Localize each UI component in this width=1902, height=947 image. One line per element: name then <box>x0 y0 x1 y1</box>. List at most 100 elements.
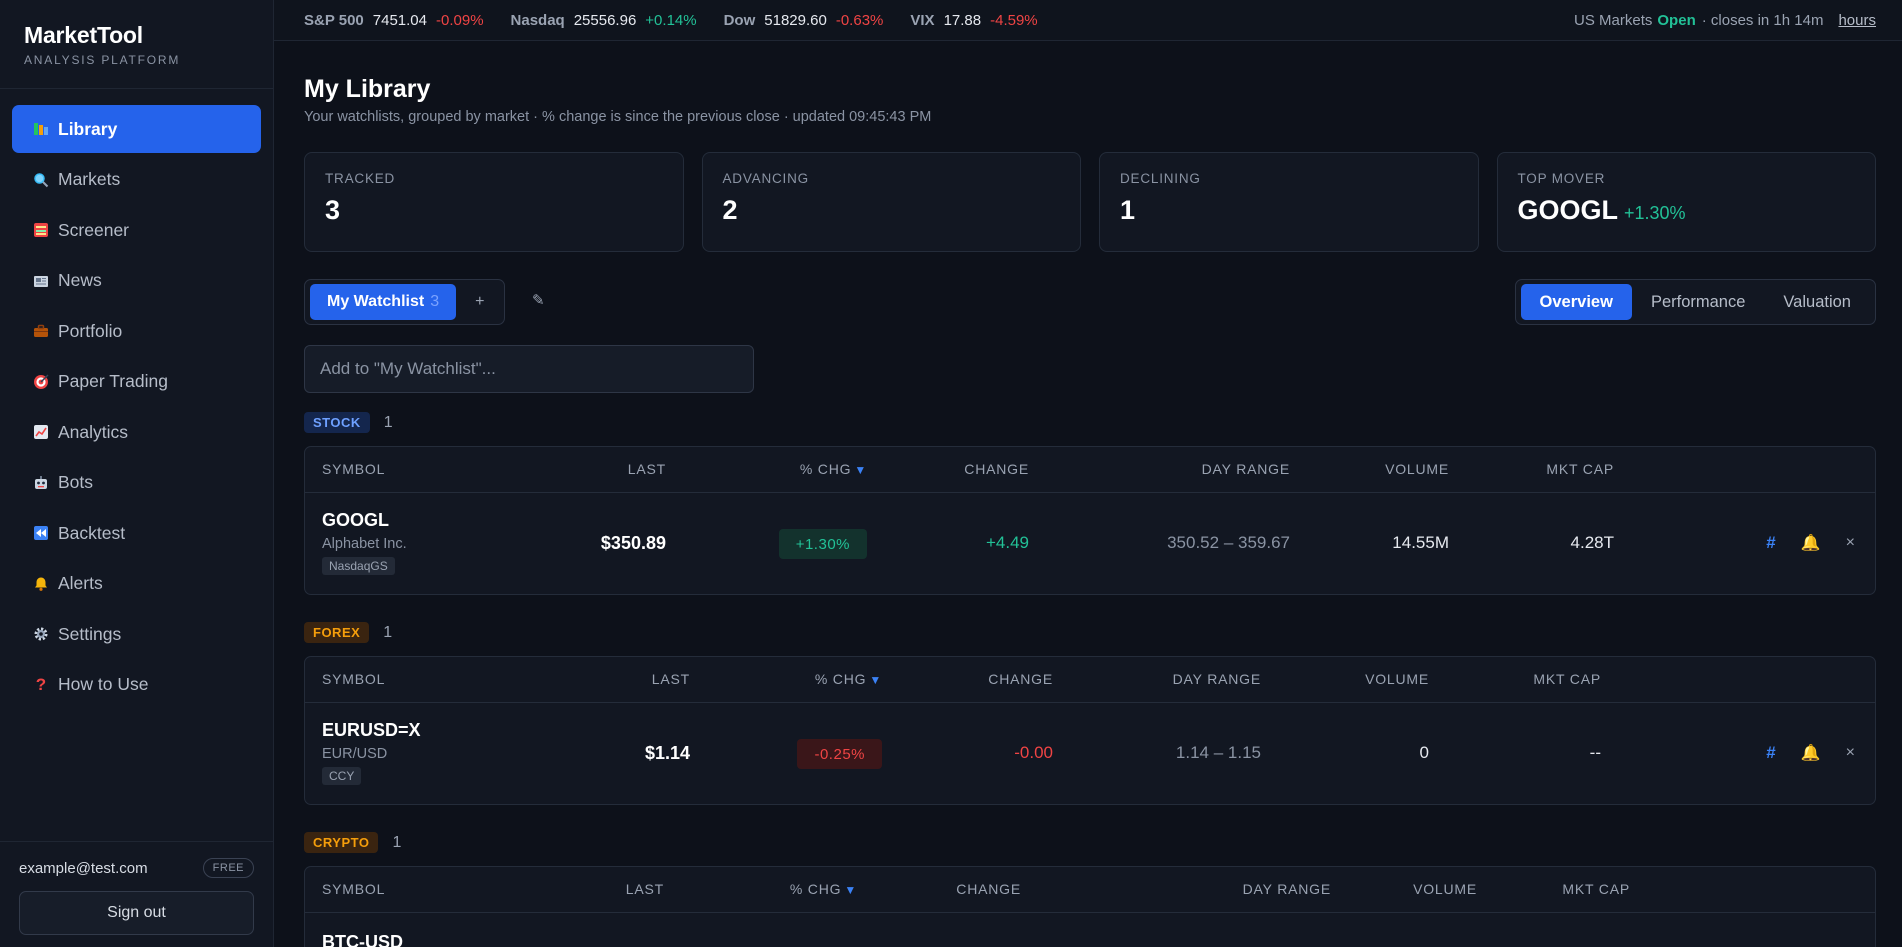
sort-desc-icon: ▼ <box>844 883 857 897</box>
sidebar-item-bots[interactable]: Bots <box>12 459 261 507</box>
col-last[interactable]: LAST <box>628 461 666 477</box>
col-mkt-cap[interactable]: MKT CAP <box>1546 461 1614 477</box>
col-symbol[interactable]: SYMBOL <box>322 881 385 897</box>
col-change[interactable]: CHANGE <box>988 671 1053 687</box>
sidebar-item-how-to-use[interactable]: ? How to Use <box>12 661 261 709</box>
sidebar-item-settings[interactable]: Settings <box>12 610 261 658</box>
newspaper-icon <box>32 272 50 290</box>
table-header: SYMBOL LAST % CHG ▼ CHANGE DAY RANGE VOLU… <box>305 447 1875 493</box>
row-actions: # 🔔 × <box>1766 743 1855 763</box>
tab-valuation[interactable]: Valuation <box>1764 284 1870 320</box>
ticker-item-nasdaq[interactable]: Nasdaq 25556.96 +0.14% <box>511 12 697 29</box>
add-symbol-input[interactable] <box>304 345 754 393</box>
close-icon[interactable]: × <box>1846 744 1855 762</box>
bell-icon[interactable]: 🔔 <box>1801 743 1821 763</box>
question-icon: ? <box>35 674 47 694</box>
sidebar-item-paper-trading[interactable]: Paper Trading <box>12 358 261 406</box>
market-hours-link[interactable]: hours <box>1838 12 1876 29</box>
sidebar-item-analytics[interactable]: Analytics <box>12 408 261 456</box>
table-row[interactable]: EURUSD=X EUR/USD CCY $1.14 -0.25% -0.00 … <box>305 703 1875 804</box>
sidebar-item-label: Markets <box>58 169 121 189</box>
market-badge-forex: FOREX <box>304 622 370 643</box>
market-status-state: Open <box>1657 12 1696 29</box>
market-badge-stock: STOCK <box>304 412 370 433</box>
col-pct-label: % CHG <box>799 461 852 477</box>
sidebar-item-news[interactable]: News <box>12 257 261 305</box>
col-day-range[interactable]: DAY RANGE <box>1173 671 1261 687</box>
sidebar-item-screener[interactable]: Screener <box>12 206 261 254</box>
table-crypto: SYMBOL LAST % CHG ▼ CHANGE DAY RANGE VOLU… <box>304 866 1876 947</box>
symbol-name: EUR/USD <box>322 746 388 762</box>
ticker-item-vix[interactable]: VIX 17.88 -4.59% <box>910 12 1037 29</box>
sidebar-item-backtest[interactable]: Backtest <box>12 509 261 557</box>
col-mkt-cap[interactable]: MKT CAP <box>1562 881 1630 897</box>
exchange-badge: CCY <box>322 767 362 785</box>
ticker-change: -0.09% <box>436 11 484 29</box>
ticker-value: 51829.60 <box>764 11 827 29</box>
col-change[interactable]: CHANGE <box>956 881 1021 897</box>
tab-overview[interactable]: Overview <box>1520 284 1632 320</box>
screener-icon <box>32 221 50 239</box>
col-day-range[interactable]: DAY RANGE <box>1202 461 1290 477</box>
col-pct-change[interactable]: % CHG ▼ <box>815 671 882 687</box>
sort-desc-icon: ▼ <box>854 463 867 477</box>
col-change[interactable]: CHANGE <box>964 461 1029 477</box>
pct-change-chip: -0.25% <box>797 739 882 769</box>
col-day-range[interactable]: DAY RANGE <box>1243 881 1331 897</box>
symbol-ticker[interactable]: GOOGL <box>322 510 407 531</box>
col-symbol[interactable]: SYMBOL <box>322 671 385 687</box>
col-last[interactable]: LAST <box>626 881 664 897</box>
sidebar-item-library[interactable]: Library <box>12 105 261 153</box>
col-last[interactable]: LAST <box>652 671 690 687</box>
close-icon[interactable]: × <box>1846 534 1855 552</box>
change-value: -0.00 <box>1014 743 1053 762</box>
edit-watchlist-icon[interactable]: ✎ <box>532 291 545 309</box>
ticker-item-sp500[interactable]: S&P 500 7451.04 -0.09% <box>304 12 484 29</box>
symbol-ticker[interactable]: EURUSD=X <box>322 720 421 741</box>
briefcase-icon <box>32 322 50 340</box>
sidebar-item-label: Screener <box>58 219 130 240</box>
sidebar-item-label: Alerts <box>58 573 103 593</box>
day-range: 350.52 – 359.67 <box>1167 533 1290 552</box>
watchlist-tab-my-watchlist[interactable]: My Watchlist 3 <box>310 284 457 320</box>
sidebar-item-markets[interactable]: Markets <box>12 156 261 204</box>
stat-top-mover[interactable]: TOP MOVER GOOGL +1.30% <box>1496 152 1876 252</box>
sidebar-item-alerts[interactable]: Alerts <box>12 560 261 608</box>
market-status-closes: · closes in 1h 14m <box>1701 12 1824 29</box>
table-stock: SYMBOL LAST % CHG ▼ CHANGE DAY RANGE VOLU… <box>304 446 1876 595</box>
col-pct-change[interactable]: % CHG ▼ <box>790 881 857 897</box>
ticker-value: 7451.04 <box>372 11 427 29</box>
section-count: 1 <box>383 623 393 641</box>
col-volume[interactable]: VOLUME <box>1413 881 1477 897</box>
col-mkt-cap[interactable]: MKT CAP <box>1533 671 1601 687</box>
col-pct-change[interactable]: % CHG ▼ <box>800 461 867 477</box>
ticker-change: -0.63% <box>835 11 884 29</box>
bell-icon[interactable]: 🔔 <box>1801 533 1821 553</box>
rewind-icon <box>32 524 50 542</box>
sidebar-item-label: How to Use <box>58 674 149 694</box>
table-row[interactable]: GOOGL Alphabet Inc. NasdaqGS $350.89 +1.… <box>305 493 1875 594</box>
col-volume[interactable]: VOLUME <box>1365 671 1429 687</box>
symbol-name: Alphabet Inc. <box>322 536 407 552</box>
stat-value: 1 <box>1120 195 1136 225</box>
page-subtitle: Your watchlists, grouped by market · % c… <box>304 109 932 125</box>
sidebar-item-portfolio[interactable]: Portfolio <box>12 307 261 355</box>
tab-performance[interactable]: Performance <box>1632 284 1764 320</box>
symbol-ticker[interactable]: BTC-USD <box>322 932 403 947</box>
user-email: example@test.com <box>19 859 148 877</box>
brand-subtitle: ANALYSIS PLATFORM <box>24 53 181 67</box>
ticker-item-dow[interactable]: Dow 51829.60 -0.63% <box>724 12 884 29</box>
sign-out-button[interactable]: Sign out <box>19 891 254 935</box>
hash-icon[interactable]: # <box>1766 743 1775 763</box>
mkt-cap-value: -- <box>1589 743 1601 762</box>
section-head-forex: FOREX 1 <box>304 622 392 643</box>
hash-icon[interactable]: # <box>1766 533 1775 553</box>
symbol-cell: GOOGL Alphabet Inc. NasdaqGS <box>322 510 407 575</box>
col-volume[interactable]: VOLUME <box>1385 461 1449 477</box>
section-head-stock: STOCK 1 <box>304 412 393 433</box>
col-symbol[interactable]: SYMBOL <box>322 461 385 477</box>
stat-tracked: TRACKED 3 <box>304 152 684 252</box>
stat-label: ADVANCING <box>722 171 809 186</box>
add-watchlist-button[interactable]: + <box>475 293 484 311</box>
view-tabs: Overview Performance Valuation <box>1514 279 1876 325</box>
